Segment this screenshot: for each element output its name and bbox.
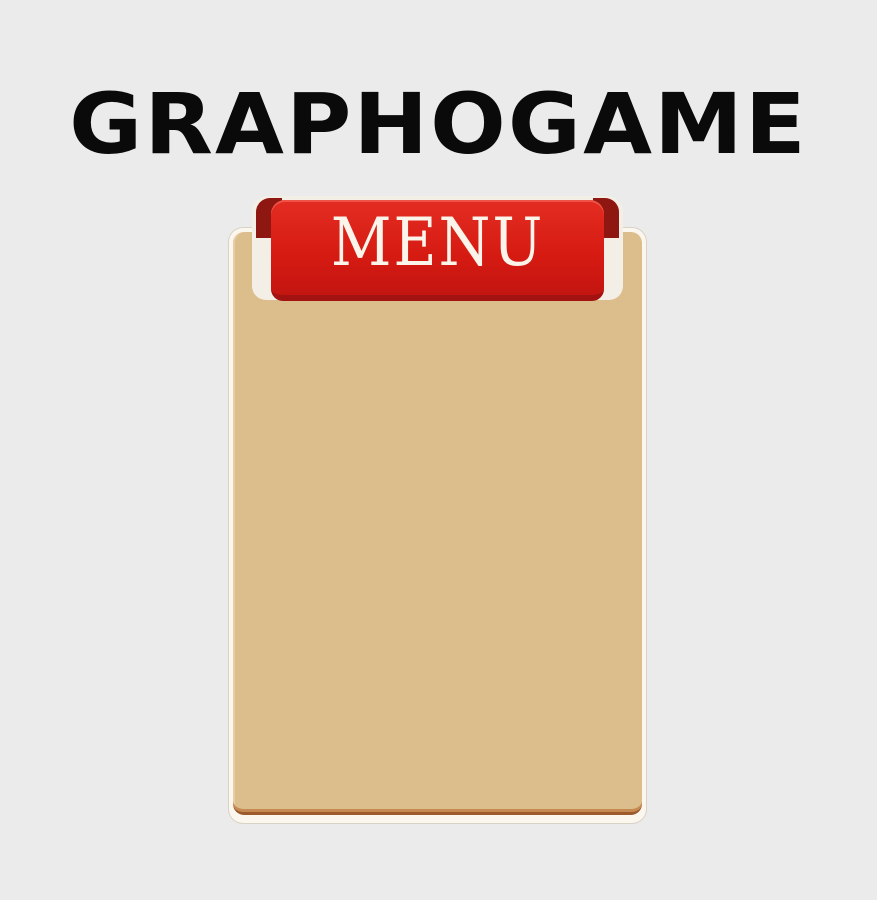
menu-tab-label: MENU	[330, 204, 545, 281]
game-title: GRAPHOGAME	[69, 75, 808, 173]
menu-board	[233, 232, 642, 815]
